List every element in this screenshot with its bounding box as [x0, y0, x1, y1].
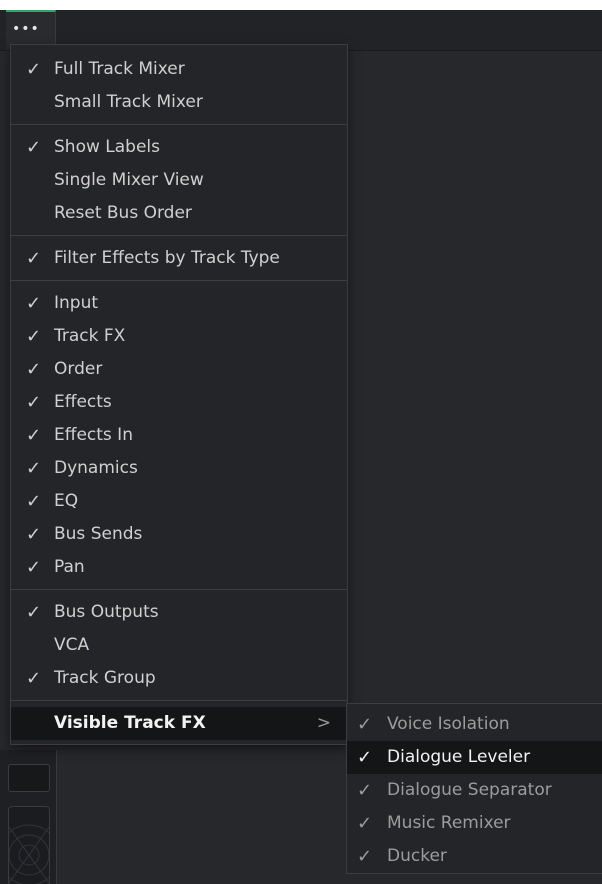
menu-item-small-track-mixer[interactable]: Small Track Mixer	[11, 86, 347, 119]
menu-item-reset-bus-order[interactable]: Reset Bus Order	[11, 197, 347, 230]
menu-item-effects-in[interactable]: ✓ Effects In	[11, 419, 347, 452]
menu-item-label: EQ	[54, 491, 79, 511]
visible-track-fx-submenu: ✓ Voice Isolation ✓ Dialogue Leveler ✓ D…	[346, 703, 602, 874]
menu-item-label: Bus Outputs	[54, 602, 159, 622]
menu-item-label: Reset Bus Order	[54, 203, 192, 223]
checkmark-icon: ✓	[26, 248, 42, 269]
menu-item-eq[interactable]: ✓ EQ	[11, 485, 347, 518]
submenu-item-label: Music Remixer	[387, 813, 511, 833]
checkmark-icon: ✓	[26, 137, 42, 158]
checkmark-icon: ✓	[26, 524, 42, 545]
mixer-options-menu: ✓ Full Track Mixer Small Track Mixer ✓ S…	[10, 44, 348, 745]
menu-item-dynamics[interactable]: ✓ Dynamics	[11, 452, 347, 485]
menu-item-full-track-mixer[interactable]: ✓ Full Track Mixer	[11, 53, 347, 86]
menu-separator	[11, 700, 347, 701]
checkmark-icon: ✓	[357, 780, 373, 801]
checkmark-icon: ✓	[26, 293, 42, 314]
submenu-item-dialogue-separator[interactable]: ✓ Dialogue Separator	[347, 774, 602, 807]
menu-item-visible-track-fx[interactable]: Visible Track FX >	[11, 707, 347, 740]
submenu-item-music-remixer[interactable]: ✓ Music Remixer	[347, 807, 602, 840]
checkmark-icon: ✓	[26, 425, 42, 446]
menu-separator	[11, 235, 347, 236]
menu-item-track-fx[interactable]: ✓ Track FX	[11, 320, 347, 353]
checkmark-icon: ✓	[357, 714, 373, 735]
checkmark-icon: ✓	[26, 491, 42, 512]
menu-item-input[interactable]: ✓ Input	[11, 287, 347, 320]
checkmark-icon: ✓	[26, 392, 42, 413]
pan-knob[interactable]	[8, 806, 50, 884]
menu-item-bus-outputs[interactable]: ✓ Bus Outputs	[11, 596, 347, 629]
panel-divider	[56, 750, 57, 884]
submenu-item-ducker[interactable]: ✓ Ducker	[347, 840, 602, 873]
mixer-strip-field	[8, 764, 50, 792]
submenu-item-label: Dialogue Separator	[387, 780, 552, 800]
menu-item-label: Filter Effects by Track Type	[54, 248, 280, 268]
menu-item-label: Effects In	[54, 425, 133, 445]
menu-item-label: Single Mixer View	[54, 170, 204, 190]
menu-item-label: Visible Track FX	[54, 713, 206, 733]
submenu-item-label: Voice Isolation	[387, 714, 510, 734]
checkmark-icon: ✓	[26, 557, 42, 578]
menu-item-bus-sends[interactable]: ✓ Bus Sends	[11, 518, 347, 551]
menu-item-single-mixer-view[interactable]: Single Mixer View	[11, 164, 347, 197]
checkmark-icon: ✓	[357, 747, 373, 768]
menu-item-label: Show Labels	[54, 137, 160, 157]
checkmark-icon: ✓	[26, 59, 42, 80]
checkmark-icon: ✓	[357, 846, 373, 867]
submenu-item-dialogue-leveler[interactable]: ✓ Dialogue Leveler	[347, 741, 602, 774]
menu-item-track-group[interactable]: ✓ Track Group	[11, 662, 347, 695]
menu-item-filter-effects[interactable]: ✓ Filter Effects by Track Type	[11, 242, 347, 275]
menu-item-show-labels[interactable]: ✓ Show Labels	[11, 131, 347, 164]
menu-separator	[11, 589, 347, 590]
menu-item-label: Dynamics	[54, 458, 138, 478]
checkmark-icon: ✓	[26, 602, 42, 623]
menu-item-vca[interactable]: VCA	[11, 629, 347, 662]
menu-separator	[11, 124, 347, 125]
menu-item-label: VCA	[54, 635, 90, 655]
menu-item-label: Small Track Mixer	[54, 92, 203, 112]
checkmark-icon: ✓	[26, 326, 42, 347]
checkmark-icon: ✓	[26, 458, 42, 479]
checkmark-icon: ✓	[357, 813, 373, 834]
chevron-right-icon: >	[316, 713, 331, 733]
menu-item-order[interactable]: ✓ Order	[11, 353, 347, 386]
menu-item-label: Full Track Mixer	[54, 59, 185, 79]
menu-item-label: Track Group	[54, 668, 156, 688]
menu-item-label: Track FX	[54, 326, 126, 346]
menu-item-label: Effects	[54, 392, 112, 412]
menu-item-label: Order	[54, 359, 103, 379]
submenu-item-voice-isolation[interactable]: ✓ Voice Isolation	[347, 708, 602, 741]
menu-item-label: Bus Sends	[54, 524, 143, 544]
submenu-item-label: Ducker	[387, 846, 447, 866]
submenu-item-label: Dialogue Leveler	[387, 747, 531, 767]
menu-item-label: Input	[54, 293, 99, 313]
menu-item-pan[interactable]: ✓ Pan	[11, 551, 347, 584]
menu-item-effects[interactable]: ✓ Effects	[11, 386, 347, 419]
menu-item-label: Pan	[54, 557, 85, 577]
checkmark-icon: ✓	[26, 359, 42, 380]
checkmark-icon: ✓	[26, 668, 42, 689]
menu-separator	[11, 280, 347, 281]
